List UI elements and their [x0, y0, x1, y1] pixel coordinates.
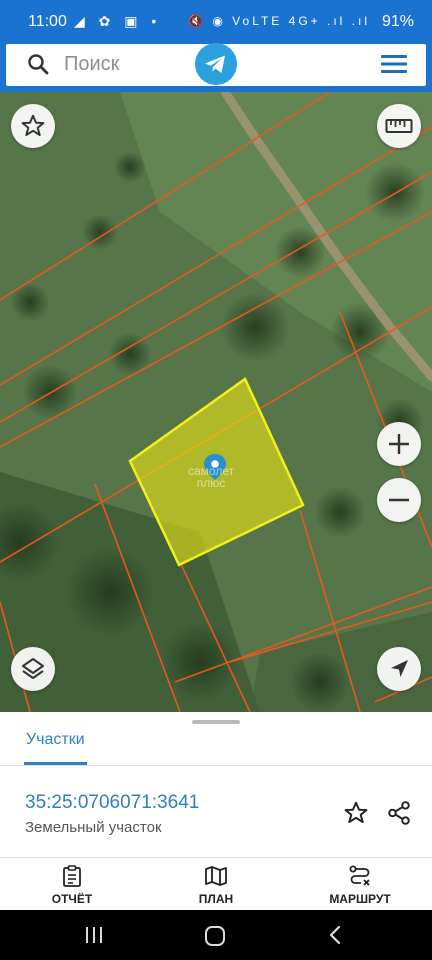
back-icon[interactable]: [328, 925, 342, 945]
zoom-in-icon: [389, 434, 409, 454]
route-icon: [349, 865, 370, 886]
menu-icon[interactable]: [380, 52, 408, 76]
home-icon[interactable]: [204, 925, 226, 947]
system-nav-bar: [0, 910, 432, 960]
layers-icon: [22, 658, 44, 679]
ruler-icon: [385, 119, 413, 133]
search-bar[interactable]: Поиск: [6, 42, 426, 86]
recents-icon[interactable]: [84, 926, 104, 944]
sheet-drag-handle[interactable]: [192, 720, 240, 724]
plan-label: ПЛАН: [198, 892, 234, 906]
share-icon[interactable]: [386, 800, 412, 826]
tab-parcels[interactable]: Участки: [26, 731, 85, 749]
favorite-map-button[interactable]: [11, 104, 55, 148]
ruler-button[interactable]: [377, 104, 421, 148]
zoom-out-icon: [389, 498, 409, 502]
tab-divider: [0, 765, 432, 766]
search-header: Поиск: [0, 42, 432, 92]
zoom-out-button[interactable]: [377, 478, 421, 522]
zoom-in-button[interactable]: [377, 422, 421, 466]
report-button[interactable]: ОТЧЁТ: [22, 864, 122, 906]
favorite-icon: [21, 114, 45, 136]
plan-button[interactable]: ПЛАН: [166, 864, 266, 906]
favorite-parcel-icon[interactable]: [343, 800, 369, 826]
search-icon[interactable]: [26, 52, 50, 76]
battery-level: 91%: [381, 13, 414, 30]
satellite-map[interactable]: самолет плюс: [0, 92, 432, 712]
notification-icons: ◢ ✿ ▣ •: [74, 13, 162, 29]
actions-divider: [0, 857, 432, 858]
status-bar: 11:00 ◢ ✿ ▣ • 🔇 ◉ VoLTE 4G+ .ıl .ıl 91%: [0, 0, 432, 44]
map-imagery: [0, 92, 432, 712]
map-icon: [205, 866, 227, 886]
map-watermark: самолет плюс: [188, 464, 235, 490]
route-button[interactable]: МАРШРУТ: [310, 864, 410, 906]
route-label: МАРШРУТ: [329, 892, 391, 906]
signal-icons: 🔇 ◉ VoLTE 4G+ .ıl .ıl: [188, 14, 370, 28]
parcel-cadastral-number[interactable]: 35:25:0706071:3641: [25, 792, 199, 814]
locate-icon: [391, 660, 408, 677]
report-icon: [63, 865, 81, 887]
locate-button[interactable]: [377, 647, 421, 691]
parcel-type: Земельный участок: [25, 819, 162, 836]
telegram-icon[interactable]: [194, 42, 238, 86]
layers-button[interactable]: [11, 647, 55, 691]
bottom-sheet: Участки 35:25:0706071:3641 Земельный уча…: [0, 712, 432, 910]
report-label: ОТЧЁТ: [51, 892, 93, 906]
search-input[interactable]: Поиск: [64, 53, 119, 76]
status-time: 11:00: [28, 13, 67, 30]
